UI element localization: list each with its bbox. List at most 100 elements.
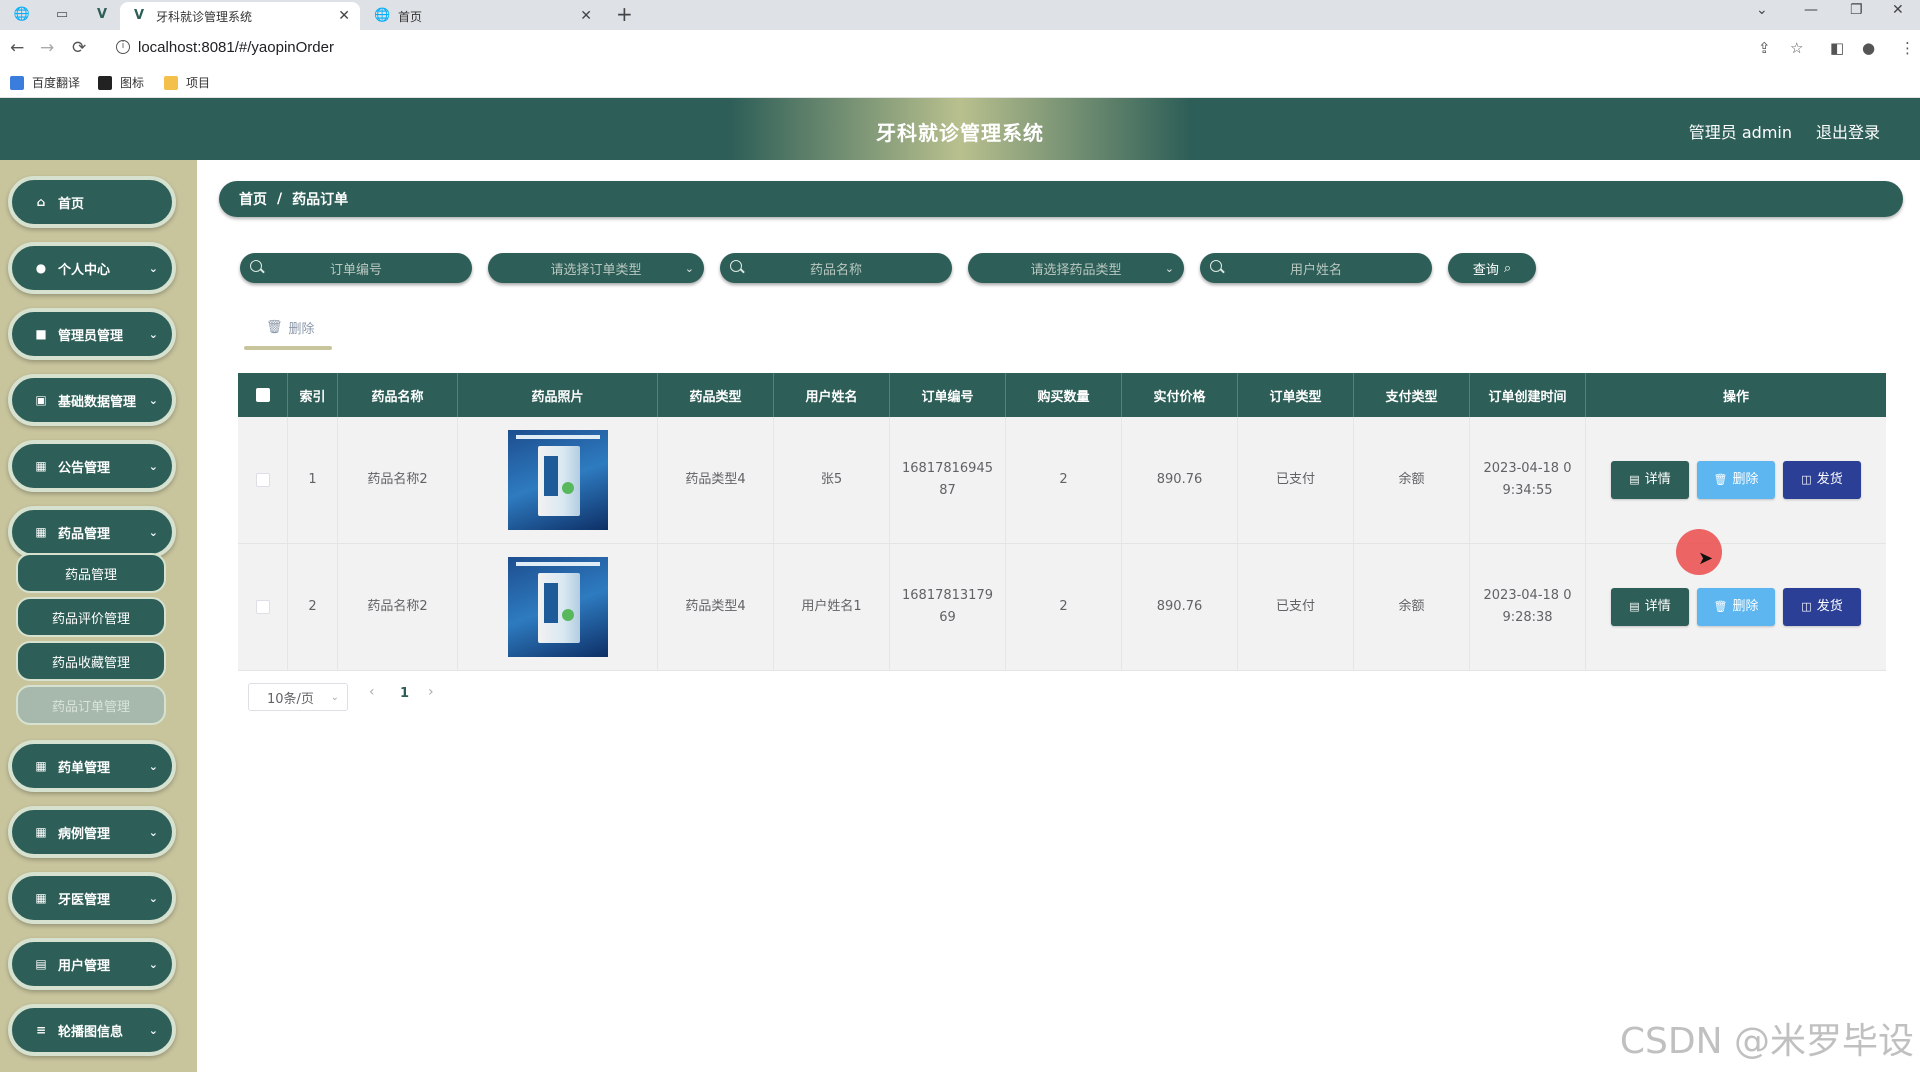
forward-icon[interactable]: → <box>40 38 54 58</box>
address-bar: ← → ⟳ i localhost:8081/#/yaopinOrder ⇪ ☆… <box>0 30 1920 66</box>
star-icon[interactable]: ☆ <box>1790 39 1803 57</box>
bookmark-item[interactable]: 项目 <box>164 74 210 91</box>
sidebar-item-personal[interactable]: ● 个人中心 ⌄ <box>8 242 176 294</box>
sidebar-item-users[interactable]: ▤ 用户管理 ⌄ <box>8 938 176 990</box>
breadcrumb-current: 药品订单 <box>292 192 349 208</box>
chevron-down-icon: ⌄ <box>148 261 158 275</box>
blank-tab-icon[interactable]: ▭ <box>52 5 72 25</box>
share-icon[interactable]: ⇪ <box>1758 39 1771 57</box>
cell-user-name: 用户姓名1 <box>774 544 890 670</box>
breadcrumb-home[interactable]: 首页 <box>239 189 267 209</box>
list-icon: ≡ <box>35 1023 47 1037</box>
sidebar-item-cases[interactable]: ▦ 病例管理 ⌄ <box>8 806 176 858</box>
breadcrumb: 首页 / 药品订单 <box>219 181 1903 217</box>
row-checkbox-cell[interactable] <box>238 417 288 543</box>
reload-icon[interactable]: ⟳ <box>72 38 86 58</box>
tab-search-chevron-icon[interactable]: ⌄ <box>1756 2 1768 18</box>
chevron-down-icon: ⌄ <box>148 327 158 341</box>
grid-icon: ▦ <box>35 891 47 905</box>
vue-logo-icon[interactable]: V <box>92 5 112 25</box>
query-button[interactable]: 查询 ⌕ <box>1448 253 1536 283</box>
cell-price: 890.76 <box>1122 417 1238 543</box>
grid-icon: ▦ <box>35 759 47 773</box>
delete-button[interactable]: 🗑 删除 <box>1697 588 1775 626</box>
back-icon[interactable]: ← <box>10 38 24 58</box>
sidebar-item-admins[interactable]: ■ 管理员管理 ⌄ <box>8 308 176 360</box>
bookmark-item[interactable]: 百度翻译 <box>10 74 80 91</box>
mouse-pointer-icon: ➤ <box>1698 548 1714 569</box>
select-all-checkbox-cell[interactable] <box>238 373 288 417</box>
submenu-drug-order[interactable]: 药品订单管理 <box>16 685 166 725</box>
cell-created-time: 2023-04-18 0 9:34:55 <box>1470 417 1586 543</box>
sidebar-item-dentists[interactable]: ▦ 牙医管理 ⌄ <box>8 872 176 924</box>
row-checkbox[interactable] <box>255 600 270 614</box>
tab-inactive[interactable]: 🌐 首页 ✕ <box>362 2 602 30</box>
sidebar-item-prescriptions[interactable]: ▦ 药单管理 ⌄ <box>8 740 176 792</box>
search-icon <box>730 260 742 272</box>
sidebar-item-drugs[interactable]: ▦ 药品管理 ⌄ <box>8 506 176 558</box>
ship-button[interactable]: ◫ 发货 <box>1783 461 1861 499</box>
drug-name-input[interactable]: 药品名称 <box>720 253 952 283</box>
page-number[interactable]: 1 <box>400 686 409 701</box>
bookmark-item[interactable]: 图标 <box>98 74 144 91</box>
book-icon: ◫ <box>1801 600 1812 613</box>
detail-button[interactable]: ▤ 详情 <box>1611 588 1689 626</box>
menu-dots-icon[interactable]: ⋮ <box>1900 39 1915 57</box>
sidebar-item-carousel[interactable]: ≡ 轮播图信息 ⌄ <box>8 1004 176 1056</box>
table-row: 2 药品名称2 药品类型4 用户姓名1 16817813179 69 2 890… <box>238 544 1886 671</box>
table-header: 索引 药品名称 药品照片 药品类型 用户姓名 订单编号 购买数量 实付价格 订单… <box>238 373 1886 417</box>
logout-link[interactable]: 退出登录 <box>1816 119 1880 143</box>
sidebar-item-notices[interactable]: ▦ 公告管理 ⌄ <box>8 440 176 492</box>
grid-icon: ▦ <box>35 825 47 839</box>
row-checkbox-cell[interactable] <box>238 544 288 670</box>
close-tab-icon[interactable]: ✕ <box>580 8 592 24</box>
new-tab-icon[interactable]: + <box>616 2 633 26</box>
order-type-select[interactable]: 请选择订单类型 ⌄ <box>488 253 704 283</box>
row-checkbox[interactable] <box>255 473 270 487</box>
submenu-drug-favorite[interactable]: 药品收藏管理 <box>16 641 166 681</box>
drug-photo <box>507 430 608 530</box>
cell-price: 890.76 <box>1122 544 1238 670</box>
tab-active[interactable]: V 牙科就诊管理系统 ✕ <box>120 2 360 30</box>
cell-user-name: 张5 <box>774 417 890 543</box>
globe-icon[interactable]: 🌐 <box>12 5 32 25</box>
ship-button[interactable]: ◫ 发货 <box>1783 588 1861 626</box>
drug-type-select[interactable]: 请选择药品类型 ⌄ <box>968 253 1184 283</box>
chart-icon: ▣ <box>35 393 47 407</box>
sidebar-item-home[interactable]: ⌂ 首页 <box>8 176 176 228</box>
cell-operations: ▤ 详情 🗑 删除 ◫ 发货 <box>1586 417 1886 543</box>
submenu-drug-manage[interactable]: 药品管理 <box>16 553 166 593</box>
profile-icon[interactable]: ● <box>1862 39 1875 57</box>
col-price: 实付价格 <box>1122 373 1238 417</box>
detail-button[interactable]: ▤ 详情 <box>1611 461 1689 499</box>
bookmarks-bar: 百度翻译 图标 项目 <box>0 66 1920 98</box>
chevron-down-icon: ⌄ <box>148 393 158 407</box>
close-window-icon[interactable]: ✕ <box>1892 2 1904 18</box>
bulk-delete-button[interactable]: 🗑 删除 <box>266 318 315 337</box>
user-name-input[interactable]: 用户姓名 <box>1200 253 1432 283</box>
site-info-icon[interactable]: i <box>116 40 130 54</box>
prev-page-icon[interactable]: ‹ <box>369 684 375 700</box>
sidebar-item-basic-data[interactable]: ▣ 基础数据管理 ⌄ <box>8 374 176 426</box>
url-field[interactable]: localhost:8081/#/yaopinOrder <box>138 39 334 56</box>
sidepanel-icon[interactable]: ◧ <box>1830 39 1844 57</box>
delete-button[interactable]: 🗑 删除 <box>1697 461 1775 499</box>
vue-favicon-icon: V <box>133 8 145 23</box>
cell-order-type: 已支付 <box>1238 544 1354 670</box>
page-size-select[interactable]: 10条/页 ⌄ <box>248 683 348 711</box>
chevron-down-icon: ⌄ <box>148 459 158 473</box>
submenu-drug-review[interactable]: 药品评价管理 <box>16 597 166 637</box>
minimize-icon[interactable]: — <box>1804 2 1818 18</box>
restore-icon[interactable]: ❐ <box>1850 2 1863 18</box>
order-no-input[interactable]: 订单编号 <box>240 253 472 283</box>
browser-tab-strip: 🌐 ▭ V V 牙科就诊管理系统 ✕ 🌐 首页 ✕ + ⌄ — ❐ ✕ <box>0 0 1920 30</box>
chevron-down-icon: ⌄ <box>330 691 339 703</box>
select-all-checkbox[interactable] <box>255 388 270 402</box>
close-tab-icon[interactable]: ✕ <box>338 8 350 24</box>
chevron-down-icon: ⌄ <box>148 891 158 905</box>
cell-drug-type: 药品类型4 <box>658 544 774 670</box>
tab-title: 牙科就诊管理系统 <box>156 9 253 24</box>
cell-drug-photo <box>458 417 658 543</box>
next-page-icon[interactable]: › <box>428 684 434 700</box>
cell-order-no: 16817813179 69 <box>890 544 1006 670</box>
